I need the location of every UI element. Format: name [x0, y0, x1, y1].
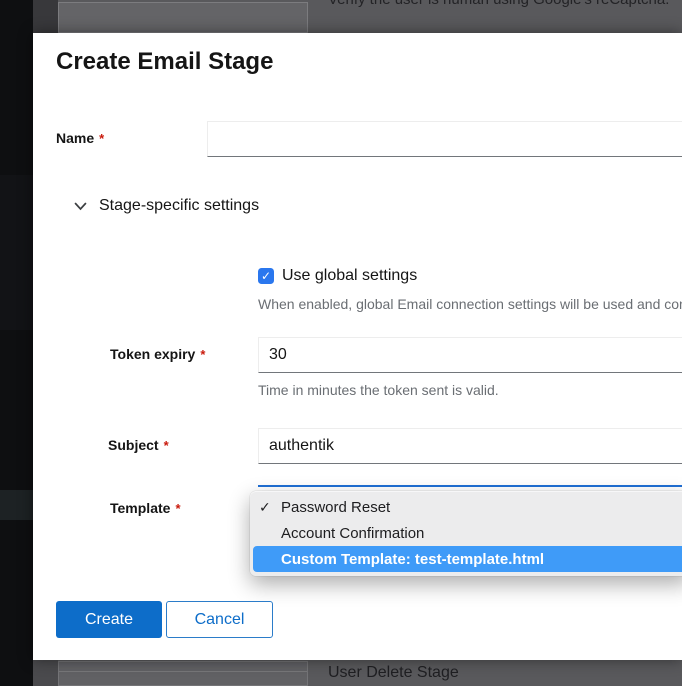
use-global-checkbox[interactable]: ✓ — [258, 268, 274, 284]
template-label-text: Template — [110, 500, 170, 516]
use-global-label[interactable]: Use global settings — [282, 267, 417, 285]
token-expiry-input[interactable] — [258, 337, 682, 373]
use-global-help-text: When enabled, global Email connection se… — [258, 296, 682, 312]
name-label-text: Name — [56, 130, 94, 146]
required-asterisk: * — [175, 501, 180, 516]
name-label: Name * — [56, 130, 104, 146]
template-label: Template * — [110, 500, 181, 516]
menu-item-label: Password Reset — [281, 499, 390, 516]
subject-input[interactable] — [258, 428, 682, 464]
checkmark-icon: ✓ — [261, 270, 271, 282]
sidebar-section — [0, 175, 33, 330]
subject-label-text: Subject — [108, 437, 159, 453]
sidebar-active-item — [0, 490, 33, 520]
use-global-settings-row: ✓ Use global settings — [258, 267, 417, 285]
background-row-user-delete-stage: User Delete Stage — [328, 664, 459, 682]
menu-item-label: Custom Template: test-template.html — [281, 551, 544, 568]
create-button[interactable]: Create — [56, 601, 162, 638]
template-select-focus-border — [258, 485, 682, 487]
cancel-button[interactable]: Cancel — [166, 601, 273, 638]
modal-title: Create Email Stage — [56, 46, 273, 78]
menu-item-label: Account Confirmation — [281, 525, 424, 542]
section-label: Stage-specific settings — [99, 197, 259, 215]
menu-item-custom-template[interactable]: Custom Template: test-template.html — [253, 546, 682, 572]
token-expiry-label: Token expiry * — [110, 346, 205, 362]
menu-item-password-reset[interactable]: ✓ Password Reset — [250, 494, 682, 520]
token-expiry-label-text: Token expiry — [110, 346, 195, 362]
name-input[interactable] — [207, 121, 682, 157]
required-asterisk: * — [99, 131, 104, 146]
create-email-stage-modal: Create Email Stage Name * Stage-specific … — [33, 33, 682, 660]
stage-specific-settings-toggle[interactable]: Stage-specific settings — [73, 197, 259, 215]
background-table-row-divider — [59, 671, 307, 672]
background-table-gutter-top — [33, 0, 58, 33]
selected-check-icon: ✓ — [259, 499, 277, 516]
required-asterisk: * — [164, 438, 169, 453]
required-asterisk: * — [200, 347, 205, 362]
background-table-cell-top — [58, 2, 308, 33]
background-table-cell-bottom — [58, 661, 308, 686]
subject-label: Subject * — [108, 437, 169, 453]
background-recaptcha-description: Verify the user is human using Google's … — [328, 0, 669, 8]
chevron-down-icon — [73, 199, 87, 213]
background-table-gutter-bottom — [33, 660, 58, 686]
template-dropdown-menu: ✓ Password Reset Account Confirmation Cu… — [250, 491, 682, 576]
app-sidebar — [0, 0, 33, 686]
menu-item-account-confirmation[interactable]: Account Confirmation — [250, 520, 682, 546]
token-expiry-help-text: Time in minutes the token sent is valid. — [258, 382, 499, 398]
